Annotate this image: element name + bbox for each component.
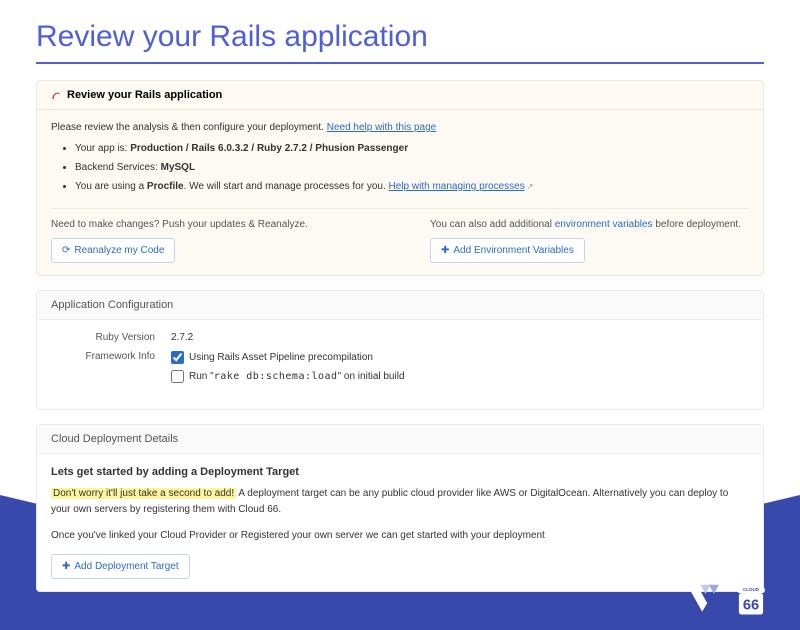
deploy-panel: Cloud Deployment Details Lets get starte… [36,424,764,592]
app-info-list: Your app is: Production / Rails 6.0.3.2 … [51,141,749,194]
svg-text:66: 66 [743,597,759,613]
config-panel: Application Configuration Ruby Version 2… [36,290,764,410]
vultr-logo [682,581,724,617]
refresh-icon: ⟳ [62,245,70,256]
help-link[interactable]: Need help with this page [327,122,437,133]
review-panel-header: Review your Rails application [37,81,763,110]
page-title: Review your Rails application [36,20,764,54]
framework-info-label: Framework Info [51,351,171,362]
deploy-start-header: Lets get started by adding a Deployment … [51,466,749,478]
deploy-text-2: Once you've linked your Cloud Provider o… [51,528,749,544]
plus-icon: ✚ [62,561,70,572]
backend-item: Backend Services: MySQL [75,160,749,175]
reanalyze-label: Need to make changes? Push your updates … [51,219,370,230]
schema-load-label: Run "rake db:schema:load" on initial bui… [189,371,405,382]
deploy-header: Cloud Deployment Details [37,425,763,454]
external-link-icon: ↗ [527,182,534,191]
config-header: Application Configuration [37,291,763,320]
env-vars-link[interactable]: environment variables [555,219,653,230]
add-deployment-target-button[interactable]: ✚ Add Deployment Target [51,554,190,579]
asset-pipeline-checkbox[interactable] [171,351,184,364]
title-underline [36,62,764,64]
schema-load-checkbox[interactable] [171,370,184,383]
ruby-version-value: 2.7.2 [171,332,193,343]
env-label: You can also add additional environment … [430,219,749,230]
plus-icon: ✚ [441,245,449,256]
review-panel: Review your Rails application Please rev… [36,80,764,276]
app-info-item: Your app is: Production / Rails 6.0.3.2 … [75,141,749,156]
add-env-button[interactable]: ✚ Add Environment Variables [430,238,585,263]
procfile-item: You are using a Procfile. We will start … [75,179,749,194]
footer-logos: CLOUD 66 [682,580,770,618]
asset-pipeline-label: Using Rails Asset Pipeline precompilatio… [189,352,373,363]
intro-text: Please review the analysis & then config… [51,122,749,133]
rails-icon [51,90,62,101]
manage-processes-link[interactable]: Help with managing processes [389,181,525,192]
cloud66-logo: CLOUD 66 [732,580,770,618]
ruby-version-label: Ruby Version [51,332,171,343]
reanalyze-button[interactable]: ⟳ Reanalyze my Code [51,238,175,263]
svg-text:CLOUD: CLOUD [743,587,760,592]
highlight-text: Don't worry it'll just take a second to … [51,488,236,499]
review-header-text: Review your Rails application [67,89,222,101]
deploy-text-1: Don't worry it'll just take a second to … [51,486,749,518]
